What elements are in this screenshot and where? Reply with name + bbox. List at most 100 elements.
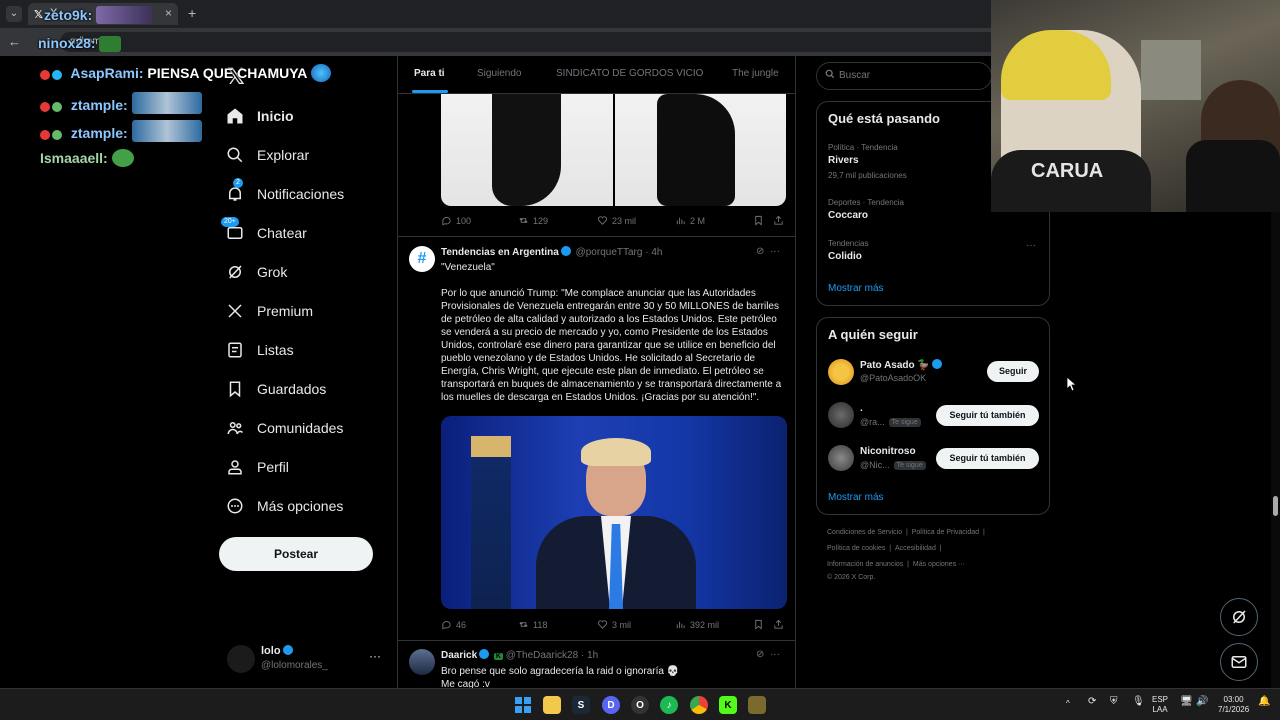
tray-overflow-icon[interactable]: ^ <box>1066 699 1070 709</box>
footer-accessibility-link[interactable]: Accesibilidad <box>895 545 936 552</box>
volume-icon[interactable]: 🔊 <box>1196 697 1208 707</box>
messages-float-button[interactable] <box>1220 643 1258 681</box>
trend-more-icon[interactable]: ··· <box>1026 240 1036 251</box>
file-explorer-icon[interactable] <box>543 696 561 714</box>
url-field[interactable]: m/home <box>60 32 1000 52</box>
repost-button[interactable]: 118 <box>518 619 547 630</box>
sidebar-item-guardados[interactable]: Guardados <box>225 374 326 404</box>
sidebar-item-premium[interactable]: Premium <box>225 296 313 326</box>
follow-back-button[interactable]: Seguir tú también <box>936 405 1039 426</box>
views-button[interactable]: 2 M <box>675 215 705 226</box>
author-name[interactable]: Tendencias en Argentina <box>441 247 559 258</box>
security-shield-icon[interactable]: ⛨ <box>1110 697 1118 707</box>
like-button[interactable]: 23 mil <box>597 215 636 226</box>
discord-icon[interactable]: D <box>602 696 620 714</box>
tweet-time[interactable]: 4h <box>651 247 662 258</box>
show-more-link[interactable]: Mostrar más <box>828 492 884 503</box>
sidebar-item-inicio[interactable]: Inicio <box>225 101 294 131</box>
tweet-actions: 100 129 23 mil 2 M <box>441 215 786 229</box>
search-input[interactable]: Buscar <box>816 62 992 90</box>
sidebar-item-listas[interactable]: Listas <box>225 335 294 365</box>
author-handle[interactable]: @TheDaarick28 <box>506 650 578 661</box>
account-switcher[interactable]: lolo @lolomorales_ ··· <box>225 641 385 681</box>
views-count: 2 M <box>690 215 706 226</box>
avatar[interactable]: # <box>409 246 435 272</box>
sidebar-item-perfil[interactable]: Perfil <box>225 452 289 482</box>
follow-name[interactable]: Pato Asado 🦆 <box>860 360 930 371</box>
tab-siguiendo[interactable]: Siguiendo <box>477 68 521 79</box>
sidebar-item-chatear[interactable]: 20+ Chatear <box>221 217 307 248</box>
repost-button[interactable]: 129 <box>518 215 548 226</box>
tab-search-dropdown[interactable]: ⌄ <box>6 6 22 22</box>
media-photo-right[interactable] <box>614 94 786 206</box>
grok-icon[interactable]: ⊘ <box>756 246 764 257</box>
media-photo-left[interactable] <box>441 94 613 206</box>
new-tab-button[interactable]: + <box>188 5 196 21</box>
mic-icon[interactable]: 🎙 <box>1132 697 1145 707</box>
verified-badge-icon <box>560 246 571 256</box>
footer-terms-link[interactable]: Condiciones de Servicio <box>827 529 902 536</box>
follow-name[interactable]: . <box>860 403 863 414</box>
bookmark-button[interactable] <box>753 215 764 226</box>
steam-icon[interactable]: S <box>572 696 590 714</box>
sidebar-item-mas-opciones[interactable]: Más opciones <box>225 491 343 521</box>
chrome-icon[interactable] <box>690 696 708 714</box>
chat-message: ninox28: <box>38 35 122 52</box>
back-arrow-icon[interactable]: ← <box>8 34 21 49</box>
spotify-icon[interactable]: ♪ <box>660 696 678 714</box>
footer-ads-link[interactable]: Información de anuncios <box>827 561 903 568</box>
network-icon[interactable]: 🖥 <box>1180 697 1193 707</box>
tweet-media[interactable] <box>441 94 786 206</box>
footer-cookies-link[interactable]: Política de cookies <box>827 545 885 552</box>
app-icon[interactable] <box>748 696 766 714</box>
scrollbar-thumb[interactable] <box>1273 496 1278 516</box>
tweet-image[interactable] <box>441 416 787 609</box>
tab-para-ti[interactable]: Para ti <box>414 68 445 79</box>
sidebar-item-grok[interactable]: Grok <box>225 257 287 287</box>
avatar[interactable] <box>828 359 854 385</box>
search-placeholder: Buscar <box>839 70 871 81</box>
windows-start-icon[interactable] <box>514 696 532 714</box>
avatar[interactable] <box>409 649 435 675</box>
tweet-time[interactable]: 1h <box>587 650 598 661</box>
sidebar-item-explorar[interactable]: Explorar <box>225 140 309 170</box>
sync-icon[interactable]: ⟳ <box>1088 697 1096 707</box>
author-handle[interactable]: @porqueTTarg <box>576 247 643 258</box>
views-button[interactable]: 392 mil <box>675 619 719 630</box>
post-button[interactable]: Postear <box>219 537 373 571</box>
tab-the-jungle[interactable]: The jungle <box>732 68 779 79</box>
avatar[interactable] <box>828 402 854 428</box>
footer-privacy-link[interactable]: Política de Privacidad <box>912 529 979 536</box>
tab-close-icon[interactable]: × <box>165 6 172 20</box>
avatar[interactable] <box>828 445 854 471</box>
grok-float-button[interactable] <box>1220 598 1258 636</box>
obs-icon[interactable]: O <box>631 696 649 714</box>
bookmark-button[interactable] <box>753 619 764 630</box>
reply-button[interactable]: 46 <box>441 619 466 630</box>
footer-separator: | <box>939 545 942 552</box>
reply-button[interactable]: 100 <box>441 215 471 226</box>
follow-back-button[interactable]: Seguir tú también <box>936 448 1039 469</box>
show-more-link[interactable]: Mostrar más <box>828 283 884 294</box>
share-button[interactable] <box>773 619 784 630</box>
account-more-icon[interactable]: ··· <box>369 649 381 663</box>
author-name[interactable]: Daarick <box>441 650 477 661</box>
language-indicator[interactable]: ESP LAA <box>1152 695 1168 715</box>
tab-sindicato[interactable]: SINDICATO DE GORDOS VICIO <box>556 68 703 79</box>
notification-center-icon[interactable]: 🔔 <box>1258 697 1270 707</box>
clock[interactable]: 03:00 7/1/2026 <box>1218 695 1249 715</box>
mouse-cursor-icon <box>1066 376 1078 397</box>
sidebar-item-notificaciones[interactable]: 2 Notificaciones <box>225 178 345 209</box>
share-button[interactable] <box>773 215 784 226</box>
footer-more-link[interactable]: Más opciones ··· <box>913 561 965 568</box>
like-button[interactable]: 3 mil <box>597 619 631 630</box>
sidebar-item-label: Notificaciones <box>257 186 345 202</box>
follow-name[interactable]: Niconitroso <box>860 446 916 457</box>
more-icon[interactable]: ··· <box>770 246 780 257</box>
sidebar-item-comunidades[interactable]: Comunidades <box>225 413 343 443</box>
active-tab-indicator <box>412 90 448 93</box>
kick-icon[interactable]: K <box>719 696 737 714</box>
more-icon[interactable]: ··· <box>770 649 780 660</box>
grok-icon[interactable]: ⊘ <box>756 649 764 660</box>
follow-button[interactable]: Seguir <box>987 361 1039 382</box>
